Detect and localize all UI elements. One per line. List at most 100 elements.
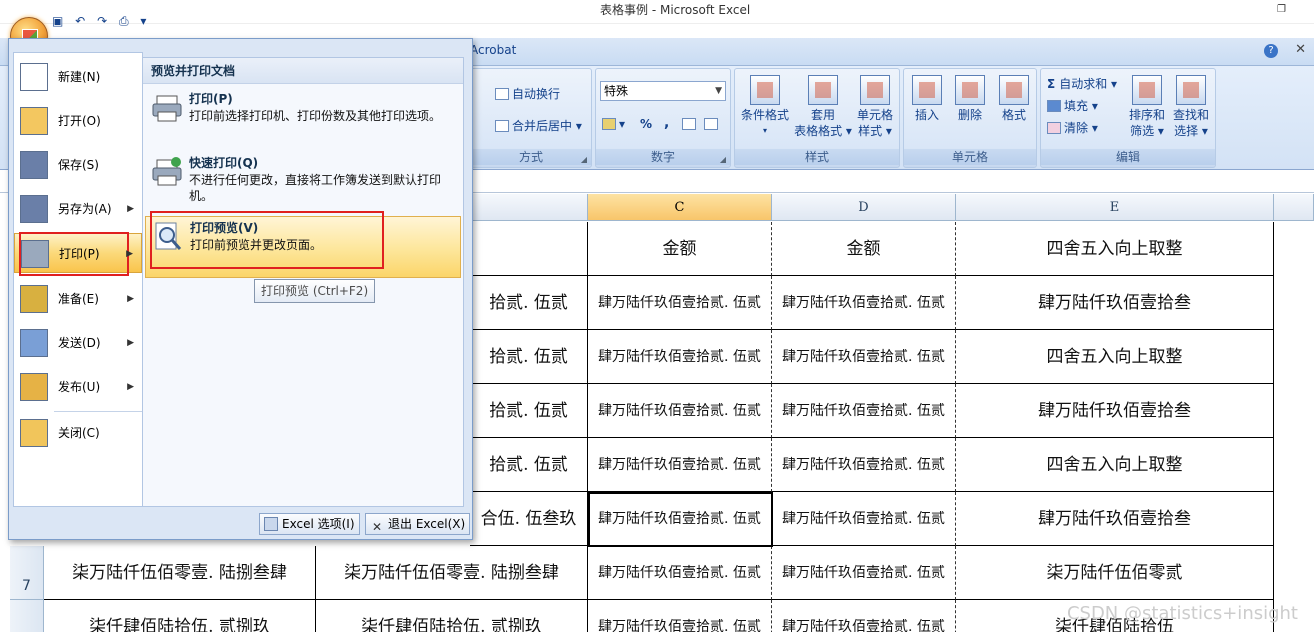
restore-window-icon[interactable]: ❐ xyxy=(1277,4,1286,15)
cell-b[interactable]: 拾贰. 伍贰 xyxy=(470,438,588,492)
format-button[interactable]: 格式 xyxy=(992,75,1036,123)
cell-b[interactable]: 拾贰. 伍贰 xyxy=(470,384,588,438)
find-select-button[interactable]: 查找和 选择 ▾ xyxy=(1169,75,1213,139)
cell-b[interactable]: 拾贰. 伍贰 xyxy=(470,276,588,330)
cell-e[interactable]: 肆万陆仟玖佰壹拾叁 xyxy=(956,384,1274,438)
cell-c[interactable]: 肆万陆仟玖佰壹拾贰. 伍贰 xyxy=(588,384,772,438)
quick-access-toolbar: ▣ ↶ ↷ ⎙ ▾ xyxy=(52,14,212,34)
customize-qat-icon[interactable]: ▾ xyxy=(140,14,146,28)
print-item[interactable]: 打印(P) 打印前选择打印机、打印份数及其他打印选项。 xyxy=(145,88,461,142)
redo-icon[interactable]: ↷ xyxy=(97,14,107,28)
fill-down-icon xyxy=(1047,100,1061,112)
column-header-b[interactable] xyxy=(470,194,588,221)
menu-item-5[interactable]: 准备(E) ▶ xyxy=(14,279,142,319)
row-header[interactable] xyxy=(10,600,44,632)
cell-b[interactable]: 拾贰. 伍贰 xyxy=(470,330,588,384)
conditional-format-button[interactable]: 条件格式 ▾ xyxy=(737,75,793,139)
comma-button[interactable]: , xyxy=(664,115,669,131)
menu-item-8[interactable]: 关闭(C) xyxy=(14,413,142,453)
column-header-d[interactable]: D xyxy=(772,194,956,221)
clear-button[interactable]: 清除 ▾ xyxy=(1047,119,1098,136)
cell-e[interactable]: 四舍五入向上取整 xyxy=(956,438,1274,492)
merge-center-button[interactable]: 合并后居中 ▾ xyxy=(495,117,582,134)
dialog-launcher-icon[interactable]: ◢ xyxy=(720,155,726,164)
cell-d[interactable]: 肆万陆仟玖佰壹拾贰. 伍贰 xyxy=(772,438,956,492)
active-cell[interactable] xyxy=(588,492,773,547)
cell-c[interactable]: 肆万陆仟玖佰壹拾贰. 伍贰 xyxy=(588,600,772,632)
cell-d[interactable]: 肆万陆仟玖佰壹拾贰. 伍贰 xyxy=(772,276,956,330)
cell-a[interactable]: 柒仟肆佰陆拾伍. 贰捌玖 xyxy=(44,600,316,632)
menu-item-6[interactable]: 发送(D) ▶ xyxy=(14,323,142,363)
cell-c[interactable]: 肆万陆仟玖佰壹拾贰. 伍贰 xyxy=(588,330,772,384)
exit-excel-button[interactable]: ✕ 退出 Excel(X) xyxy=(365,513,471,535)
currency-icon xyxy=(602,118,616,130)
format-as-table-button[interactable]: 套用 表格格式 ▾ xyxy=(793,75,853,139)
cell-d[interactable]: 肆万陆仟玖佰壹拾贰. 伍贰 xyxy=(772,330,956,384)
close-window-icon[interactable]: ✕ xyxy=(1295,42,1306,57)
cell-a[interactable]: 柒万陆仟伍佰零壹. 陆捌叁肆 xyxy=(44,546,316,600)
menu-item-1[interactable]: 打开(O) xyxy=(14,101,142,141)
cell-d[interactable]: 肆万陆仟玖佰壹拾贰. 伍贰 xyxy=(772,384,956,438)
cell-b[interactable]: 合伍. 伍叁玖 xyxy=(470,492,588,546)
clear-label: 清除 ▾ xyxy=(1064,121,1098,135)
cell-d[interactable]: 肆万陆仟玖佰壹拾贰. 伍贰 xyxy=(772,492,956,546)
quick-print-title: 快速打印(Q) xyxy=(189,156,259,170)
cell-c[interactable]: 肆万陆仟玖佰壹拾贰. 伍贰 xyxy=(588,438,772,492)
cell-e[interactable]: 肆万陆仟玖佰壹拾叁 xyxy=(956,276,1274,330)
column-header-c[interactable]: C xyxy=(588,194,772,221)
quick-print-desc: 不进行任何更改，直接将工作簿发送到默认打印机。 xyxy=(189,173,442,203)
column-header-e[interactable]: E xyxy=(956,194,1274,221)
print-preview-item[interactable]: 打印预览(V) 打印前预览并更改页面。 xyxy=(145,211,461,278)
sort-filter-button[interactable]: 排序和 筛选 ▾ xyxy=(1125,75,1169,139)
tab-acrobat[interactable]: Acrobat xyxy=(470,43,516,57)
undo-icon[interactable]: ↶ xyxy=(75,14,85,28)
printer-icon xyxy=(21,240,49,268)
delete-button[interactable]: 删除 xyxy=(948,75,992,123)
menu-divider xyxy=(54,411,142,412)
fill-button[interactable]: 填充 ▾ xyxy=(1047,97,1098,114)
cell-e[interactable]: 柒万陆仟伍佰零贰 xyxy=(956,546,1274,600)
menu-item-2[interactable]: 保存(S) xyxy=(14,145,142,185)
decrease-decimal-icon[interactable] xyxy=(704,117,721,131)
percent-button[interactable]: % xyxy=(640,117,652,131)
cell-e[interactable]: 四舍五入向上取整 xyxy=(956,222,1274,276)
currency-button[interactable]: ▾ xyxy=(602,117,625,131)
submenu-arrow-icon: ▶ xyxy=(127,294,134,304)
save-icon[interactable]: ▣ xyxy=(52,14,63,28)
insert-button[interactable]: 插入 xyxy=(906,75,948,123)
cell-styles-button[interactable]: 单元格 样式 ▾ xyxy=(851,75,899,139)
number-format-combo[interactable]: 特殊 ▼ xyxy=(600,81,726,101)
quick-print-item[interactable]: 快速打印(Q) 不进行任何更改，直接将工作簿发送到默认打印机。 xyxy=(145,152,461,206)
cell-c[interactable]: 肆万陆仟玖佰壹拾贰. 伍贰 xyxy=(588,546,772,600)
cell-b[interactable]: 柒仟肆佰陆拾伍. 贰捌玖 xyxy=(316,600,588,632)
row-header[interactable]: 7 xyxy=(10,546,44,600)
cell-c[interactable]: 金额 xyxy=(588,222,772,276)
cell-e[interactable]: 四舍五入向上取整 xyxy=(956,330,1274,384)
conditional-format-icon xyxy=(750,75,780,105)
cell-c[interactable]: 肆万陆仟玖佰壹拾贰. 伍贰 xyxy=(588,276,772,330)
cell-b[interactable]: 柒万陆仟伍佰零壹. 陆捌叁肆 xyxy=(316,546,588,600)
wrap-text-button[interactable]: 自动换行 xyxy=(495,85,560,102)
cell-d[interactable]: 肆万陆仟玖佰壹拾贰. 伍贰 xyxy=(772,600,956,632)
increase-decimal-icon[interactable] xyxy=(682,117,699,131)
help-icon[interactable]: ? xyxy=(1264,44,1278,58)
cell-d[interactable]: 肆万陆仟玖佰壹拾贰. 伍贰 xyxy=(772,546,956,600)
new-document-icon xyxy=(20,63,48,91)
column-header-f[interactable] xyxy=(1274,194,1314,221)
menu-item-3[interactable]: 另存为(A) ▶ xyxy=(14,189,142,229)
cell-d[interactable]: 金额 xyxy=(772,222,956,276)
menu-item-0[interactable]: 新建(N) xyxy=(14,57,142,97)
print-preview-title: 打印预览(V) xyxy=(190,221,259,235)
autosum-button[interactable]: Σ 自动求和 ▾ xyxy=(1047,75,1117,92)
menu-item-7[interactable]: 发布(U) ▶ xyxy=(14,367,142,407)
dialog-launcher-icon[interactable]: ◢ xyxy=(581,155,587,164)
cell-b[interactable] xyxy=(470,222,588,276)
find-select-label: 查找和 xyxy=(1172,108,1209,122)
print-item-title: 打印(P) xyxy=(189,92,233,106)
menu-item-4[interactable]: 打印(P) ▶ xyxy=(14,232,142,276)
cell-e[interactable]: 肆万陆仟玖佰壹拾叁 xyxy=(956,492,1274,546)
office-menu: 新建(N) 打开(O) 保存(S) 另存为(A) ▶ 打印(P) ▶ 准备(E) ▶ 发送(D) ▶… xyxy=(8,38,473,540)
print-preview-icon[interactable]: ⎙ xyxy=(119,14,129,29)
excel-options-button[interactable]: Excel 选项(I) xyxy=(259,513,360,535)
submenu-arrow-icon: ▶ xyxy=(127,204,134,214)
